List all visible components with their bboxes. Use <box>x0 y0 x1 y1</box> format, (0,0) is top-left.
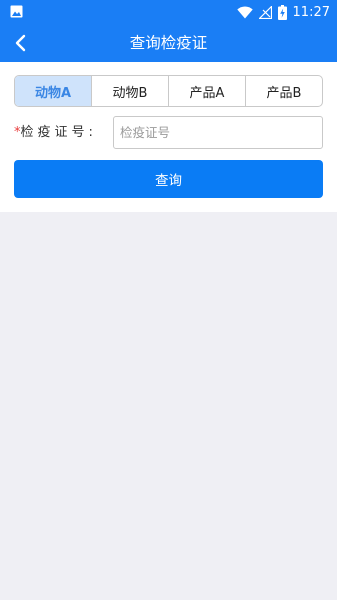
category-segmented-control: 动物A 动物B 产品A 产品B <box>14 75 323 107</box>
query-button[interactable]: 查询 <box>14 160 323 198</box>
tab-product-b[interactable]: 产品B <box>245 76 322 106</box>
page-title: 查询检疫证 <box>129 34 208 52</box>
cert-number-row: *检疫证号: <box>14 116 323 149</box>
wifi-icon <box>236 6 253 18</box>
cert-number-input[interactable] <box>113 116 323 149</box>
tab-product-a[interactable]: 产品A <box>168 76 245 106</box>
status-bar: 11:27 <box>0 0 337 24</box>
tab-animal-a[interactable]: 动物A <box>15 76 91 106</box>
tab-animal-b[interactable]: 动物B <box>91 76 168 106</box>
cert-number-label-text: 检疫证号: <box>20 125 97 140</box>
clock-time: 11:27 <box>292 4 330 20</box>
image-icon <box>10 5 23 18</box>
cert-number-label: *检疫证号: <box>14 116 97 149</box>
status-icons: 11:27 <box>236 3 330 21</box>
signal-icon <box>258 5 272 19</box>
query-form-card: 动物A 动物B 产品A 产品B *检疫证号: 查询 <box>0 62 337 212</box>
battery-charging-icon <box>277 4 287 20</box>
app-bar: 查询检疫证 <box>0 24 337 62</box>
